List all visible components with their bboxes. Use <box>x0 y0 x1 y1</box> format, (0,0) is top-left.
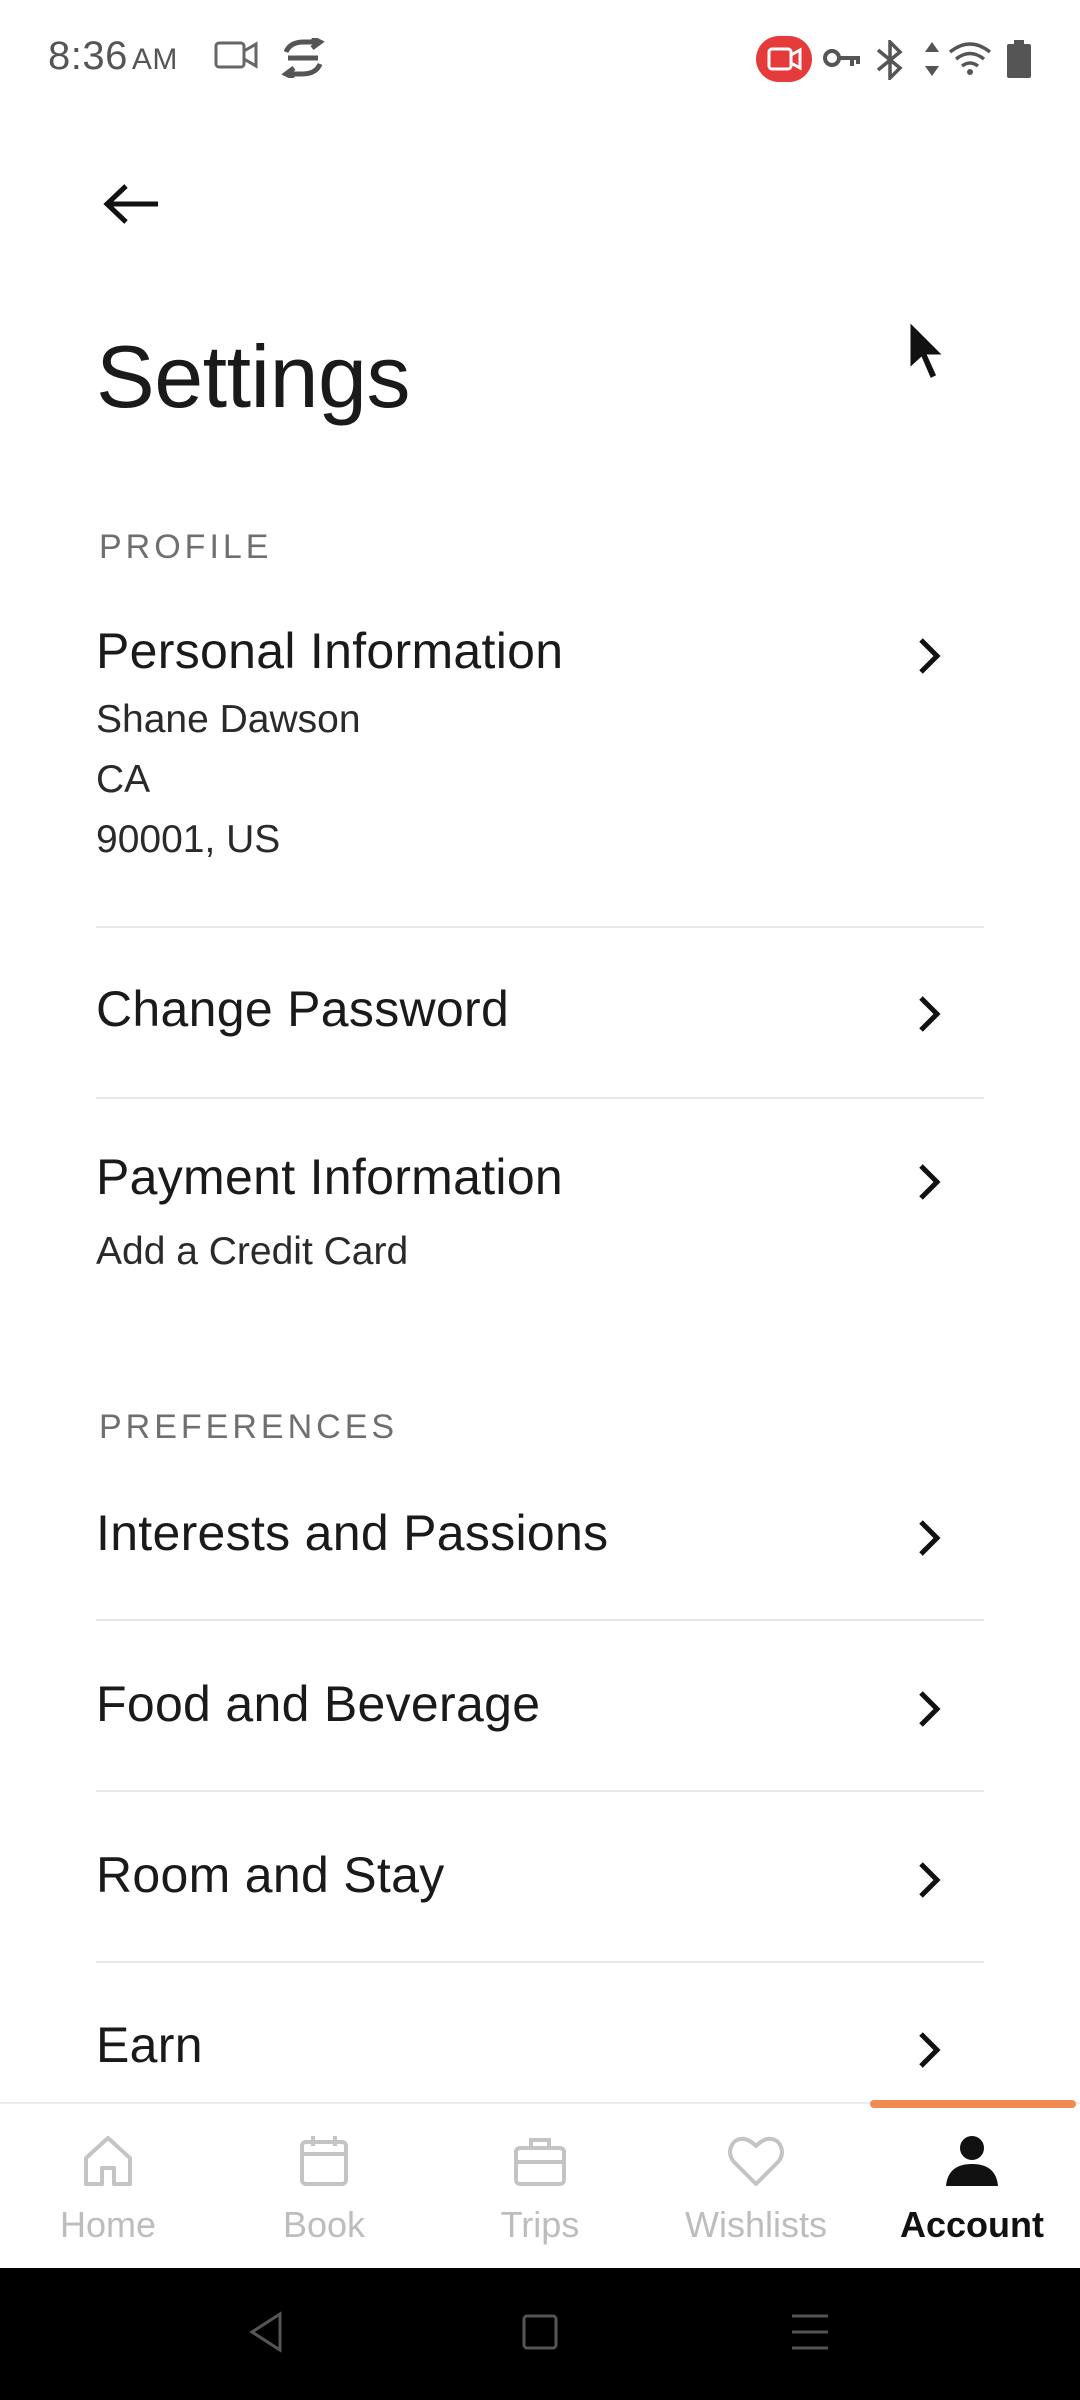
chevron-right-icon <box>916 636 942 681</box>
system-nav-bar <box>0 2268 1080 2400</box>
row-interests-and-passions[interactable]: Interests and Passions <box>96 1504 984 1620</box>
nav-item-book[interactable]: Book <box>216 2104 432 2270</box>
chevron-right-icon <box>916 1162 942 1207</box>
nav-item-trips[interactable]: Trips <box>432 2104 648 2270</box>
row-personal-information[interactable]: Personal Information Shane Dawson CA 900… <box>96 622 984 928</box>
section-label-preferences: PREFERENCES <box>99 1408 399 1446</box>
back-button[interactable] <box>92 168 172 240</box>
home-icon <box>82 2134 134 2193</box>
row-label: Earn <box>96 2017 203 2073</box>
data-arrows-icon <box>922 40 942 83</box>
chevron-right-icon <box>916 1860 942 1905</box>
row-label: Personal Information <box>96 623 564 679</box>
row-payment-information[interactable]: Payment Information Add a Credit Card <box>96 1148 984 1298</box>
wifi-icon <box>948 40 992 81</box>
video-camera-icon <box>214 38 258 77</box>
row-label: Food and Beverage <box>96 1676 541 1732</box>
nav-item-account[interactable]: Account <box>864 2104 1080 2270</box>
status-time: 8:36 AM <box>48 34 178 78</box>
person-icon <box>944 2134 1000 2193</box>
row-label: Payment Information <box>96 1149 564 1205</box>
nav-item-wishlists[interactable]: Wishlists <box>648 2104 864 2270</box>
system-home-icon[interactable] <box>520 2310 560 2359</box>
divider <box>96 1961 984 1963</box>
profile-postal: 90001, US <box>96 818 281 861</box>
nav-item-home[interactable]: Home <box>0 2104 216 2270</box>
chevron-right-icon <box>916 994 942 1039</box>
nav-label: Book <box>282 2204 366 2245</box>
row-label: Interests and Passions <box>96 1505 609 1561</box>
section-label-profile: PROFILE <box>99 528 273 566</box>
bottom-nav: Home Book Trips Wishlists Account <box>0 2102 1080 2268</box>
row-label: Change Password <box>96 981 510 1037</box>
calendar-icon <box>298 2134 350 2193</box>
chevron-right-icon <box>916 1689 942 1734</box>
key-icon <box>822 40 862 81</box>
sync-icon <box>280 35 326 83</box>
row-room-and-stay[interactable]: Room and Stay <box>96 1846 984 1962</box>
system-recents-icon[interactable] <box>790 2310 830 2359</box>
divider <box>96 1790 984 1792</box>
row-change-password[interactable]: Change Password <box>96 980 984 1096</box>
divider <box>96 926 984 928</box>
battery-icon <box>1006 40 1032 85</box>
page-title: Settings <box>96 327 410 426</box>
profile-name: Shane Dawson <box>96 698 361 741</box>
row-earn[interactable]: Earn <box>96 2016 984 2100</box>
status-bar: 8:36 AM <box>0 0 1080 120</box>
arrow-left-icon <box>103 184 158 224</box>
system-back-icon[interactable] <box>246 2310 286 2359</box>
divider <box>96 1097 984 1099</box>
screen-record-icon <box>756 36 812 82</box>
profile-state: CA <box>96 758 151 801</box>
briefcase-icon <box>512 2134 568 2193</box>
row-food-and-beverage[interactable]: Food and Beverage <box>96 1675 984 1791</box>
nav-label: Home <box>59 2204 157 2245</box>
payment-sub: Add a Credit Card <box>96 1230 409 1273</box>
chevron-right-icon <box>916 2030 942 2075</box>
nav-label: Wishlists <box>685 2204 827 2245</box>
chevron-right-icon <box>916 1518 942 1563</box>
divider <box>96 1619 984 1621</box>
row-label: Room and Stay <box>96 1847 445 1903</box>
active-tab-indicator <box>870 2100 1076 2108</box>
bluetooth-icon <box>874 37 908 85</box>
nav-label: Trips <box>500 2204 580 2245</box>
nav-label: Account <box>900 2204 1044 2245</box>
heart-icon <box>726 2134 786 2193</box>
mouse-cursor-icon <box>905 316 955 389</box>
